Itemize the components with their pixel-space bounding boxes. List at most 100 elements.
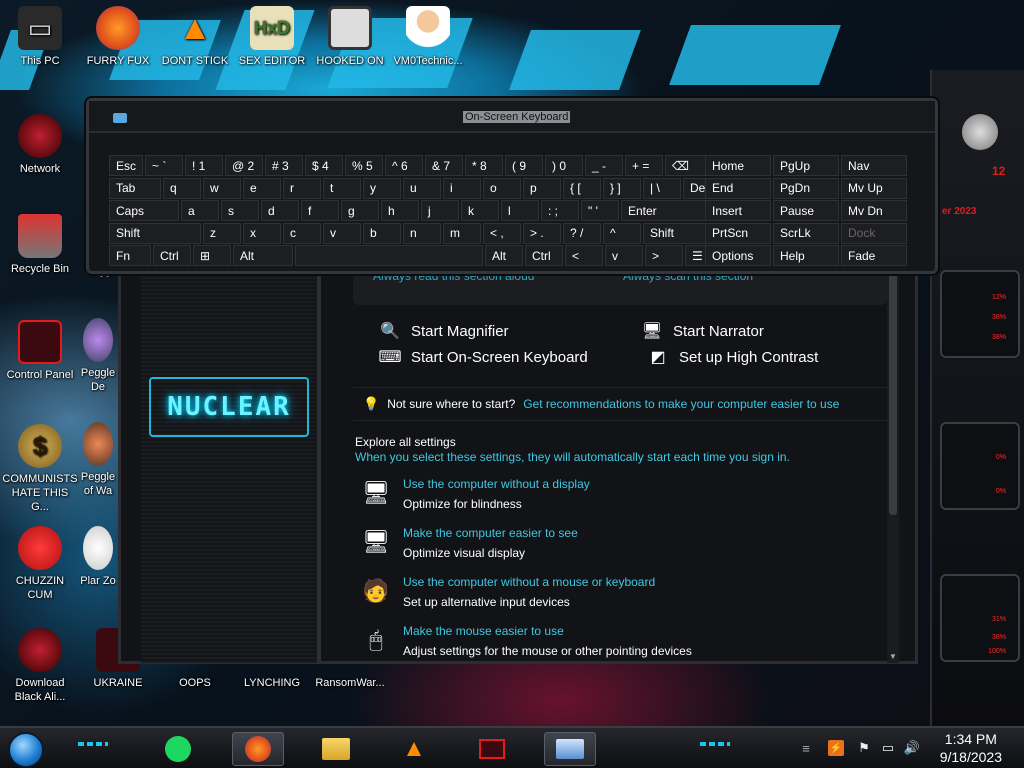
- key-0-2[interactable]: ! 1: [185, 155, 223, 176]
- desktop-icon-furry-fux[interactable]: FURRY FUX: [80, 6, 156, 68]
- key-4-9[interactable]: >: [645, 245, 683, 266]
- tray-separator-icon[interactable]: ≡: [798, 740, 814, 756]
- desktop-icon-sex-editor[interactable]: HxD SEX EDITOR: [234, 6, 310, 68]
- key-3-2[interactable]: x: [243, 222, 281, 244]
- key-3-1[interactable]: z: [203, 222, 241, 244]
- key-1-6[interactable]: y: [363, 177, 401, 199]
- key-0-15[interactable]: Home: [705, 155, 771, 176]
- scroll-down-arrow[interactable]: ▼: [887, 651, 899, 663]
- vertical-scrollbar[interactable]: ▼: [887, 265, 899, 663]
- key-0-8[interactable]: & 7: [425, 155, 463, 176]
- key-0-3[interactable]: @ 2: [225, 155, 263, 176]
- key-0-16[interactable]: PgUp: [773, 155, 839, 176]
- desktop-icon-plants[interactable]: Plar Zo: [80, 526, 116, 588]
- key-1-8[interactable]: i: [443, 177, 481, 199]
- key-3-14[interactable]: ScrLk: [773, 222, 839, 244]
- key-2-10[interactable]: : ;: [541, 200, 579, 221]
- start-button[interactable]: [8, 732, 44, 768]
- key-4-3[interactable]: Alt: [233, 245, 293, 266]
- key-2-14[interactable]: Pause: [773, 200, 839, 221]
- key-3-15[interactable]: Dock: [841, 222, 907, 244]
- key-1-7[interactable]: u: [403, 177, 441, 199]
- key-2-6[interactable]: h: [381, 200, 419, 221]
- key-4-0[interactable]: Fn: [109, 245, 151, 266]
- key-3-6[interactable]: n: [403, 222, 441, 244]
- desktop-icon-hooked-on[interactable]: HOOKED ON: [312, 6, 388, 68]
- high-contrast-button[interactable]: ◩ Set up High Contrast: [647, 347, 818, 367]
- firefox-taskbar-button[interactable]: [232, 732, 284, 766]
- key-1-0[interactable]: Tab: [109, 177, 161, 199]
- key-0-9[interactable]: * 8: [465, 155, 503, 176]
- setting-mouse-easier[interactable]: 🖱 Make the mouse easier to use Adjust se…: [361, 624, 692, 658]
- system-clock[interactable]: 1:34 PM 9/18/2023: [940, 730, 1002, 766]
- setting-link[interactable]: Make the mouse easier to use: [403, 624, 692, 638]
- key-2-13[interactable]: Insert: [705, 200, 771, 221]
- key-0-10[interactable]: ( 9: [505, 155, 543, 176]
- osk-taskbar-button[interactable]: [544, 732, 596, 766]
- key-3-11[interactable]: ^: [603, 222, 641, 244]
- key-0-0[interactable]: Esc: [109, 155, 143, 176]
- key-1-4[interactable]: r: [283, 177, 321, 199]
- key-1-13[interactable]: | \: [643, 177, 681, 199]
- key-3-9[interactable]: > .: [523, 222, 561, 244]
- key-2-0[interactable]: Caps: [109, 200, 179, 221]
- tray-app-icon[interactable]: ⚡: [828, 740, 844, 756]
- key-0-5[interactable]: $ 4: [305, 155, 343, 176]
- key-4-13[interactable]: Fade: [841, 245, 907, 266]
- key-3-3[interactable]: c: [283, 222, 321, 244]
- spotify-taskbar-button[interactable]: [152, 732, 204, 766]
- key-3-5[interactable]: b: [363, 222, 401, 244]
- start-onscreen-keyboard-button[interactable]: ⌨ Start On-Screen Keyboard: [378, 347, 587, 367]
- key-0-12[interactable]: _ -: [585, 155, 623, 176]
- explorer-taskbar-button[interactable]: [310, 732, 362, 766]
- key-4-2[interactable]: ⊞: [193, 245, 231, 266]
- key-3-10[interactable]: ? /: [563, 222, 601, 244]
- key-2-2[interactable]: s: [221, 200, 259, 221]
- key-4-7[interactable]: <: [565, 245, 603, 266]
- key-1-12[interactable]: } ]: [603, 177, 641, 199]
- vlc-taskbar-button[interactable]: ▲: [388, 732, 440, 766]
- key-4-11[interactable]: Options: [705, 245, 771, 266]
- key-0-17[interactable]: Nav: [841, 155, 907, 176]
- setting-without-mouse[interactable]: 🧑 Use the computer without a mouse or ke…: [361, 575, 655, 609]
- key-3-13[interactable]: PrtScn: [705, 222, 771, 244]
- desktop-icon-this-pc[interactable]: ▭ This PC: [2, 6, 78, 68]
- scroll-thumb[interactable]: [889, 265, 897, 515]
- key-1-11[interactable]: { [: [563, 177, 601, 199]
- desktop-icon-black-alien[interactable]: Download Black Ali...: [2, 628, 78, 704]
- osk-title-bar[interactable]: On-Screen Keyboard: [89, 101, 935, 133]
- key-2-8[interactable]: k: [461, 200, 499, 221]
- key-4-8[interactable]: v: [605, 245, 643, 266]
- key-1-1[interactable]: q: [163, 177, 201, 199]
- key-4-6[interactable]: Ctrl: [525, 245, 563, 266]
- desktop-icon-peggle-de[interactable]: Peggle De: [80, 318, 116, 394]
- key-2-9[interactable]: l: [501, 200, 539, 221]
- key-1-10[interactable]: p: [523, 177, 561, 199]
- key-1-2[interactable]: w: [203, 177, 241, 199]
- volume-icon[interactable]: 🔊: [904, 740, 920, 756]
- start-magnifier-button[interactable]: 🔍 Start Magnifier: [379, 321, 509, 341]
- key-0-6[interactable]: % 5: [345, 155, 383, 176]
- setting-link[interactable]: Use the computer without a display: [403, 477, 590, 491]
- key-1-5[interactable]: t: [323, 177, 361, 199]
- key-4-4[interactable]: [295, 245, 483, 266]
- setting-link[interactable]: Use the computer without a mouse or keyb…: [403, 575, 655, 589]
- action-center-icon[interactable]: ⚑: [856, 740, 872, 756]
- key-1-17[interactable]: Mv Up: [841, 177, 907, 199]
- key-0-11[interactable]: ) 0: [545, 155, 583, 176]
- key-3-4[interactable]: v: [323, 222, 361, 244]
- key-4-12[interactable]: Help: [773, 245, 839, 266]
- key-1-15[interactable]: End: [705, 177, 771, 199]
- key-0-4[interactable]: # 3: [265, 155, 303, 176]
- key-1-9[interactable]: o: [483, 177, 521, 199]
- setting-without-display[interactable]: 🖥 Use the computer without a display Opt…: [361, 477, 590, 511]
- key-2-11[interactable]: " ': [581, 200, 619, 221]
- key-2-15[interactable]: Mv Dn: [841, 200, 907, 221]
- key-2-3[interactable]: d: [261, 200, 299, 221]
- key-0-7[interactable]: ^ 6: [385, 155, 423, 176]
- control-panel-taskbar-button[interactable]: [466, 732, 518, 766]
- key-2-4[interactable]: f: [301, 200, 339, 221]
- key-3-0[interactable]: Shift: [109, 222, 201, 244]
- setting-easier-to-see[interactable]: 🖥 Make the computer easier to see Optimi…: [361, 526, 578, 560]
- network-tray-icon[interactable]: ▭: [880, 740, 896, 756]
